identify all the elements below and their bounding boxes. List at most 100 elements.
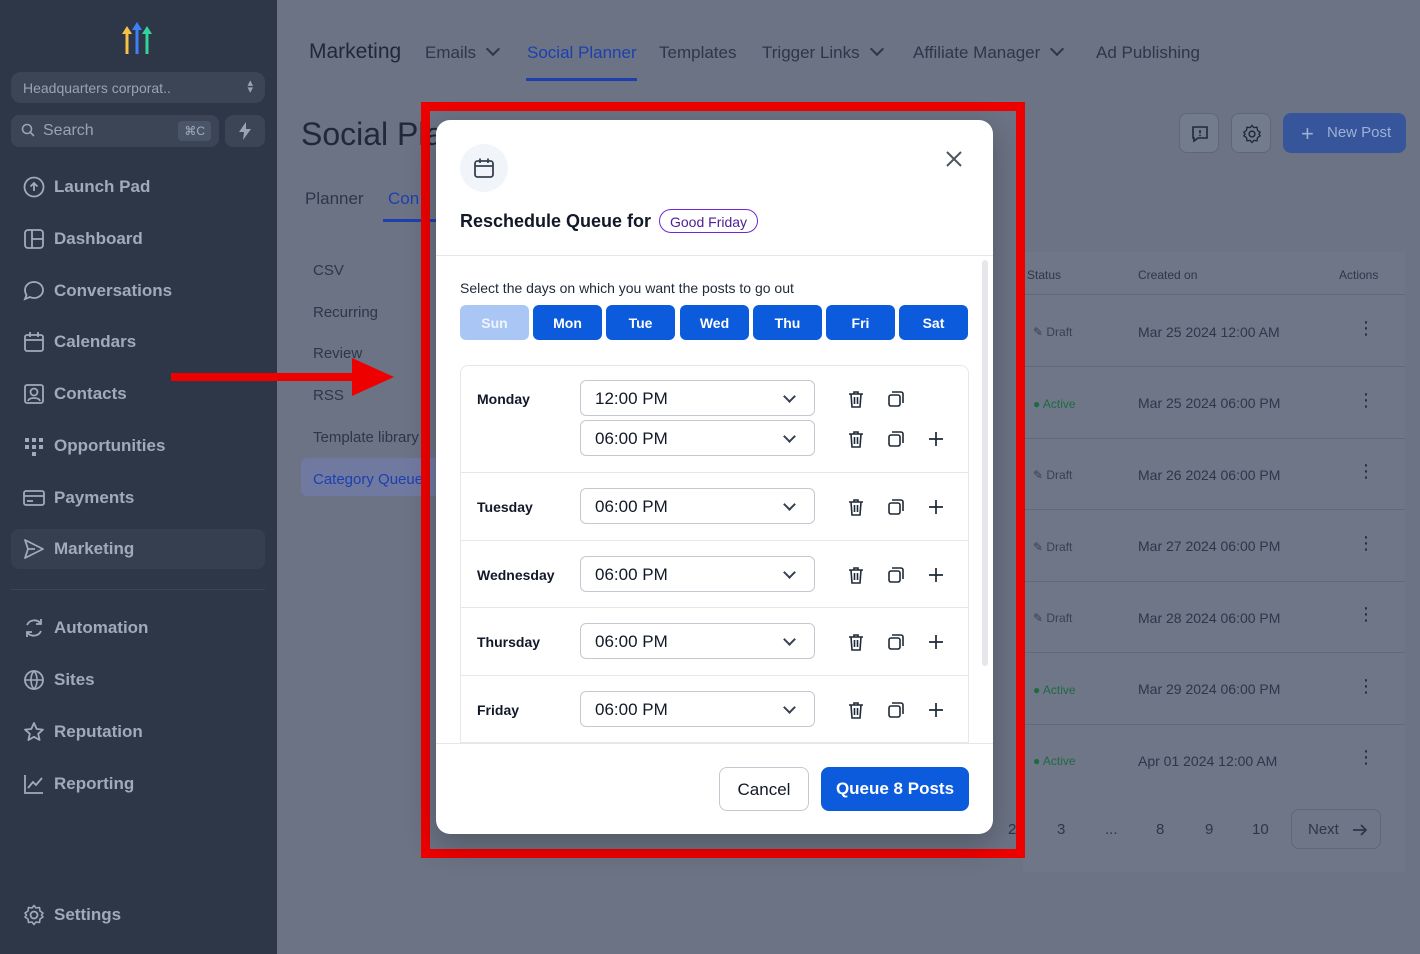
cancel-button[interactable]: Cancel bbox=[719, 767, 809, 811]
time-select[interactable]: 06:00 PM bbox=[580, 488, 815, 524]
trash-icon[interactable] bbox=[846, 565, 866, 585]
trash-icon[interactable] bbox=[846, 700, 866, 720]
settings-button[interactable] bbox=[1231, 113, 1271, 153]
search-shortcut: ⌘C bbox=[178, 121, 211, 141]
day-toggle-fri[interactable]: Fri bbox=[826, 305, 895, 340]
sidebar-item-label: Sites bbox=[54, 670, 95, 689]
tab-content[interactable]: Con bbox=[388, 189, 419, 209]
posts-table: Status Created on Actions ✎ Draft Mar 25… bbox=[1023, 252, 1405, 872]
quick-actions-button[interactable] bbox=[225, 115, 265, 147]
day-toggle-mon[interactable]: Mon bbox=[533, 305, 602, 340]
more-actions-icon[interactable]: ⋮ bbox=[1357, 319, 1375, 337]
tab-templates[interactable]: Templates bbox=[659, 43, 736, 63]
sidebar-item-label: Automation bbox=[54, 618, 149, 637]
sub-item-csv[interactable]: CSV bbox=[313, 262, 344, 279]
copy-icon[interactable] bbox=[886, 497, 906, 517]
page-link[interactable]: 3 bbox=[1057, 821, 1065, 838]
status-badge: ✎ Draft bbox=[1033, 325, 1073, 339]
calendar-icon bbox=[24, 332, 44, 352]
copy-icon[interactable] bbox=[886, 700, 906, 720]
modal-title: Reschedule Queue for bbox=[460, 211, 652, 231]
trash-icon[interactable] bbox=[846, 497, 866, 517]
copy-icon[interactable] bbox=[886, 389, 906, 409]
location-switcher[interactable]: Headquarters corporat.. ▴ ▾ bbox=[11, 72, 265, 103]
sidebar-item-label: Settings bbox=[54, 905, 122, 924]
sidebar-item-marketing[interactable]: Marketing bbox=[11, 529, 265, 569]
page-link[interactable]: 10 bbox=[1252, 821, 1269, 838]
day-toggle-sun[interactable]: Sun bbox=[460, 305, 529, 340]
time-select[interactable]: 06:00 PM bbox=[580, 691, 815, 727]
tab-planner[interactable]: Planner bbox=[305, 189, 364, 209]
sidebar-item-label: Opportunities bbox=[54, 436, 166, 455]
copy-icon[interactable] bbox=[886, 632, 906, 652]
next-page-button[interactable]: Next bbox=[1291, 809, 1381, 849]
sidebar-item-reputation[interactable]: Reputation bbox=[11, 712, 265, 752]
section-title: Marketing bbox=[309, 40, 402, 63]
automation-icon bbox=[26, 619, 42, 637]
sidebar-item-label: Launch Pad bbox=[54, 177, 151, 196]
sidebar-item-reporting[interactable]: Reporting bbox=[11, 764, 265, 804]
sidebar-item-calendars[interactable]: Calendars bbox=[11, 322, 265, 362]
trash-icon[interactable] bbox=[846, 389, 866, 409]
more-actions-icon[interactable]: ⋮ bbox=[1357, 677, 1375, 695]
day-toggle-tue[interactable]: Tue bbox=[606, 305, 675, 340]
sidebar-item-opportunities[interactable]: Opportunities bbox=[11, 426, 265, 466]
chart-icon bbox=[24, 775, 43, 794]
sidebar-item-conversations[interactable]: Conversations bbox=[11, 271, 265, 311]
sidebar-item-label: Conversations bbox=[54, 281, 173, 300]
copy-icon[interactable] bbox=[886, 429, 906, 449]
queue-posts-button[interactable]: Queue 8 Posts bbox=[821, 767, 969, 811]
time-select[interactable]: 12:00 PM bbox=[580, 380, 815, 416]
star-icon bbox=[24, 722, 44, 741]
plus-icon[interactable] bbox=[926, 497, 946, 517]
new-post-button[interactable]: + New Post bbox=[1283, 113, 1406, 153]
tab-social-planner[interactable]: Social Planner bbox=[527, 43, 637, 63]
more-actions-icon[interactable]: ⋮ bbox=[1357, 391, 1375, 409]
time-select[interactable]: 06:00 PM bbox=[580, 556, 815, 592]
more-actions-icon[interactable]: ⋮ bbox=[1357, 605, 1375, 623]
search-input[interactable]: Search ⌘C bbox=[11, 115, 219, 147]
chevron-down-icon bbox=[783, 701, 796, 714]
tab-affiliate-manager[interactable]: Affiliate Manager bbox=[913, 41, 1065, 63]
page-link[interactable]: 9 bbox=[1205, 821, 1213, 838]
page-link[interactable]: 8 bbox=[1156, 821, 1164, 838]
more-actions-icon[interactable]: ⋮ bbox=[1357, 534, 1375, 552]
day-toggle-sat[interactable]: Sat bbox=[899, 305, 968, 340]
time-select[interactable]: 06:00 PM bbox=[580, 623, 815, 659]
sidebar-item-payments[interactable]: Payments bbox=[11, 478, 265, 518]
sidebar-item-launch-pad[interactable]: Launch Pad bbox=[11, 167, 265, 207]
sub-item-category-queue[interactable]: Category Queue bbox=[313, 471, 423, 488]
sidebar-item-automation[interactable]: Automation bbox=[11, 608, 265, 648]
sub-item-template-library[interactable]: Template library bbox=[313, 429, 419, 446]
time-select[interactable]: 06:00 PM bbox=[580, 420, 815, 456]
scrollbar[interactable] bbox=[982, 260, 988, 666]
created-on-cell: Mar 27 2024 06:00 PM bbox=[1138, 538, 1281, 554]
tab-emails[interactable]: Emails bbox=[425, 41, 501, 63]
plus-icon[interactable] bbox=[926, 565, 946, 585]
more-actions-icon[interactable]: ⋮ bbox=[1357, 462, 1375, 480]
day-toggle-thu[interactable]: Thu bbox=[753, 305, 822, 340]
globe-icon bbox=[24, 670, 44, 690]
close-icon[interactable] bbox=[942, 147, 966, 171]
copy-icon[interactable] bbox=[886, 565, 906, 585]
chevron-down-icon bbox=[783, 430, 796, 443]
day-toggle-wed[interactable]: Wed bbox=[680, 305, 749, 340]
plus-icon[interactable] bbox=[926, 429, 946, 449]
plus-icon[interactable] bbox=[926, 632, 946, 652]
updown-icon: ▴ ▾ bbox=[247, 77, 253, 96]
sidebar-item-dashboard[interactable]: Dashboard bbox=[11, 219, 265, 259]
trash-icon[interactable] bbox=[846, 632, 866, 652]
tab-ad-publishing[interactable]: Ad Publishing bbox=[1096, 43, 1200, 63]
status-badge: ● Active bbox=[1033, 397, 1076, 411]
sidebar-item-sites[interactable]: Sites bbox=[11, 660, 265, 700]
sub-item-rss[interactable]: RSS bbox=[313, 387, 344, 404]
trash-icon[interactable] bbox=[846, 429, 866, 449]
sidebar-item-settings[interactable]: Settings bbox=[11, 895, 265, 935]
tab-trigger-links[interactable]: Trigger Links bbox=[762, 41, 884, 63]
day-label-wednesday: Wednesday bbox=[477, 567, 555, 583]
more-actions-icon[interactable]: ⋮ bbox=[1357, 748, 1375, 766]
days-help-text: Select the days on which you want the po… bbox=[460, 280, 794, 296]
feedback-button[interactable] bbox=[1179, 113, 1219, 153]
plus-icon[interactable] bbox=[926, 700, 946, 720]
sub-item-recurring[interactable]: Recurring bbox=[313, 304, 378, 321]
